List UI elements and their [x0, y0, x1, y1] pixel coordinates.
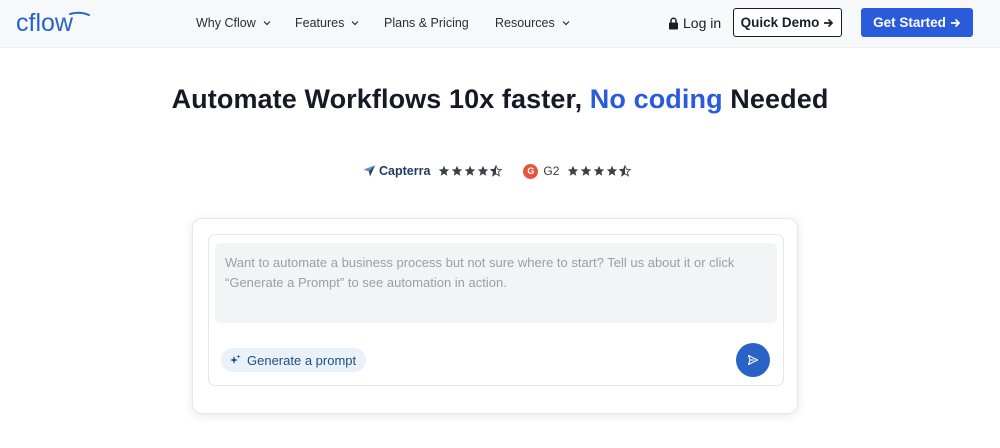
- star-icon: [581, 165, 592, 176]
- chevron-down-icon: [562, 21, 570, 26]
- nav-features[interactable]: Features: [295, 0, 359, 46]
- nav-why-cflow[interactable]: Why Cflow: [196, 0, 271, 46]
- nav-resources[interactable]: Resources: [495, 0, 570, 46]
- send-icon: [747, 354, 759, 366]
- g2-logo-icon: G: [523, 163, 539, 179]
- star-icon: [568, 165, 579, 176]
- arrow-right-icon: [950, 18, 961, 27]
- hero-title: Automate Workflows 10x faster, No coding…: [0, 84, 1000, 115]
- star-icon: [607, 165, 618, 176]
- hero-title-part1: Automate Workflows 10x faster,: [171, 84, 590, 114]
- star-icon: [465, 165, 476, 176]
- top-navigation-bar: cflow Why Cflow Features Plans & Pricing…: [0, 0, 1000, 48]
- ratings-row: Capterra G G2: [364, 160, 632, 182]
- cflow-logo-mark: cflow: [16, 9, 90, 37]
- chevron-down-icon: [263, 21, 271, 26]
- prompt-textarea[interactable]: [215, 243, 777, 323]
- logo-text: cflow: [16, 9, 74, 37]
- star-icon: [452, 165, 463, 176]
- generate-prompt-label: Generate a prompt: [247, 352, 357, 368]
- g2-rating: G G2: [523, 163, 632, 179]
- get-started-label: Get Started: [873, 15, 946, 30]
- capterra-logo-icon: [364, 165, 375, 177]
- nav-plans-pricing-label: Plans & Pricing: [384, 16, 469, 30]
- half-star-icon: [490, 165, 503, 177]
- nav-plans-pricing[interactable]: Plans & Pricing: [384, 0, 469, 46]
- nav-resources-label: Resources: [495, 16, 555, 30]
- capterra-stars: [438, 165, 503, 177]
- capterra-rating: Capterra: [364, 164, 503, 178]
- sparkle-icon: [230, 354, 241, 364]
- hero-title-part2: Needed: [722, 84, 829, 114]
- quick-demo-label: Quick Demo: [740, 15, 820, 30]
- quick-demo-button[interactable]: Quick Demo: [733, 8, 842, 37]
- g2-label: G2: [543, 164, 560, 178]
- cflow-logo[interactable]: cflow: [16, 9, 96, 37]
- g2-badge-letter: G: [527, 166, 535, 176]
- login-label: Log in: [683, 15, 722, 31]
- lock-icon: [669, 17, 678, 29]
- prompt-card: Generate a prompt: [192, 218, 798, 414]
- nav-why-cflow-label: Why Cflow: [196, 16, 256, 30]
- star-icon: [478, 165, 489, 176]
- generate-prompt-button[interactable]: Generate a prompt: [221, 348, 367, 372]
- prompt-input-container: Generate a prompt: [208, 234, 784, 386]
- g2-stars: [567, 165, 632, 177]
- arrow-right-icon: [824, 18, 834, 27]
- login-link[interactable]: Log in: [668, 0, 721, 46]
- send-button[interactable]: [736, 343, 770, 377]
- star-icon: [439, 165, 450, 176]
- chevron-down-icon: [351, 21, 359, 26]
- star-icon: [594, 165, 605, 176]
- nav-features-label: Features: [295, 16, 345, 30]
- get-started-button[interactable]: Get Started: [861, 8, 973, 37]
- half-star-icon: [619, 165, 632, 177]
- capterra-label: Capterra: [379, 164, 431, 178]
- hero-title-accent: No coding: [589, 84, 723, 114]
